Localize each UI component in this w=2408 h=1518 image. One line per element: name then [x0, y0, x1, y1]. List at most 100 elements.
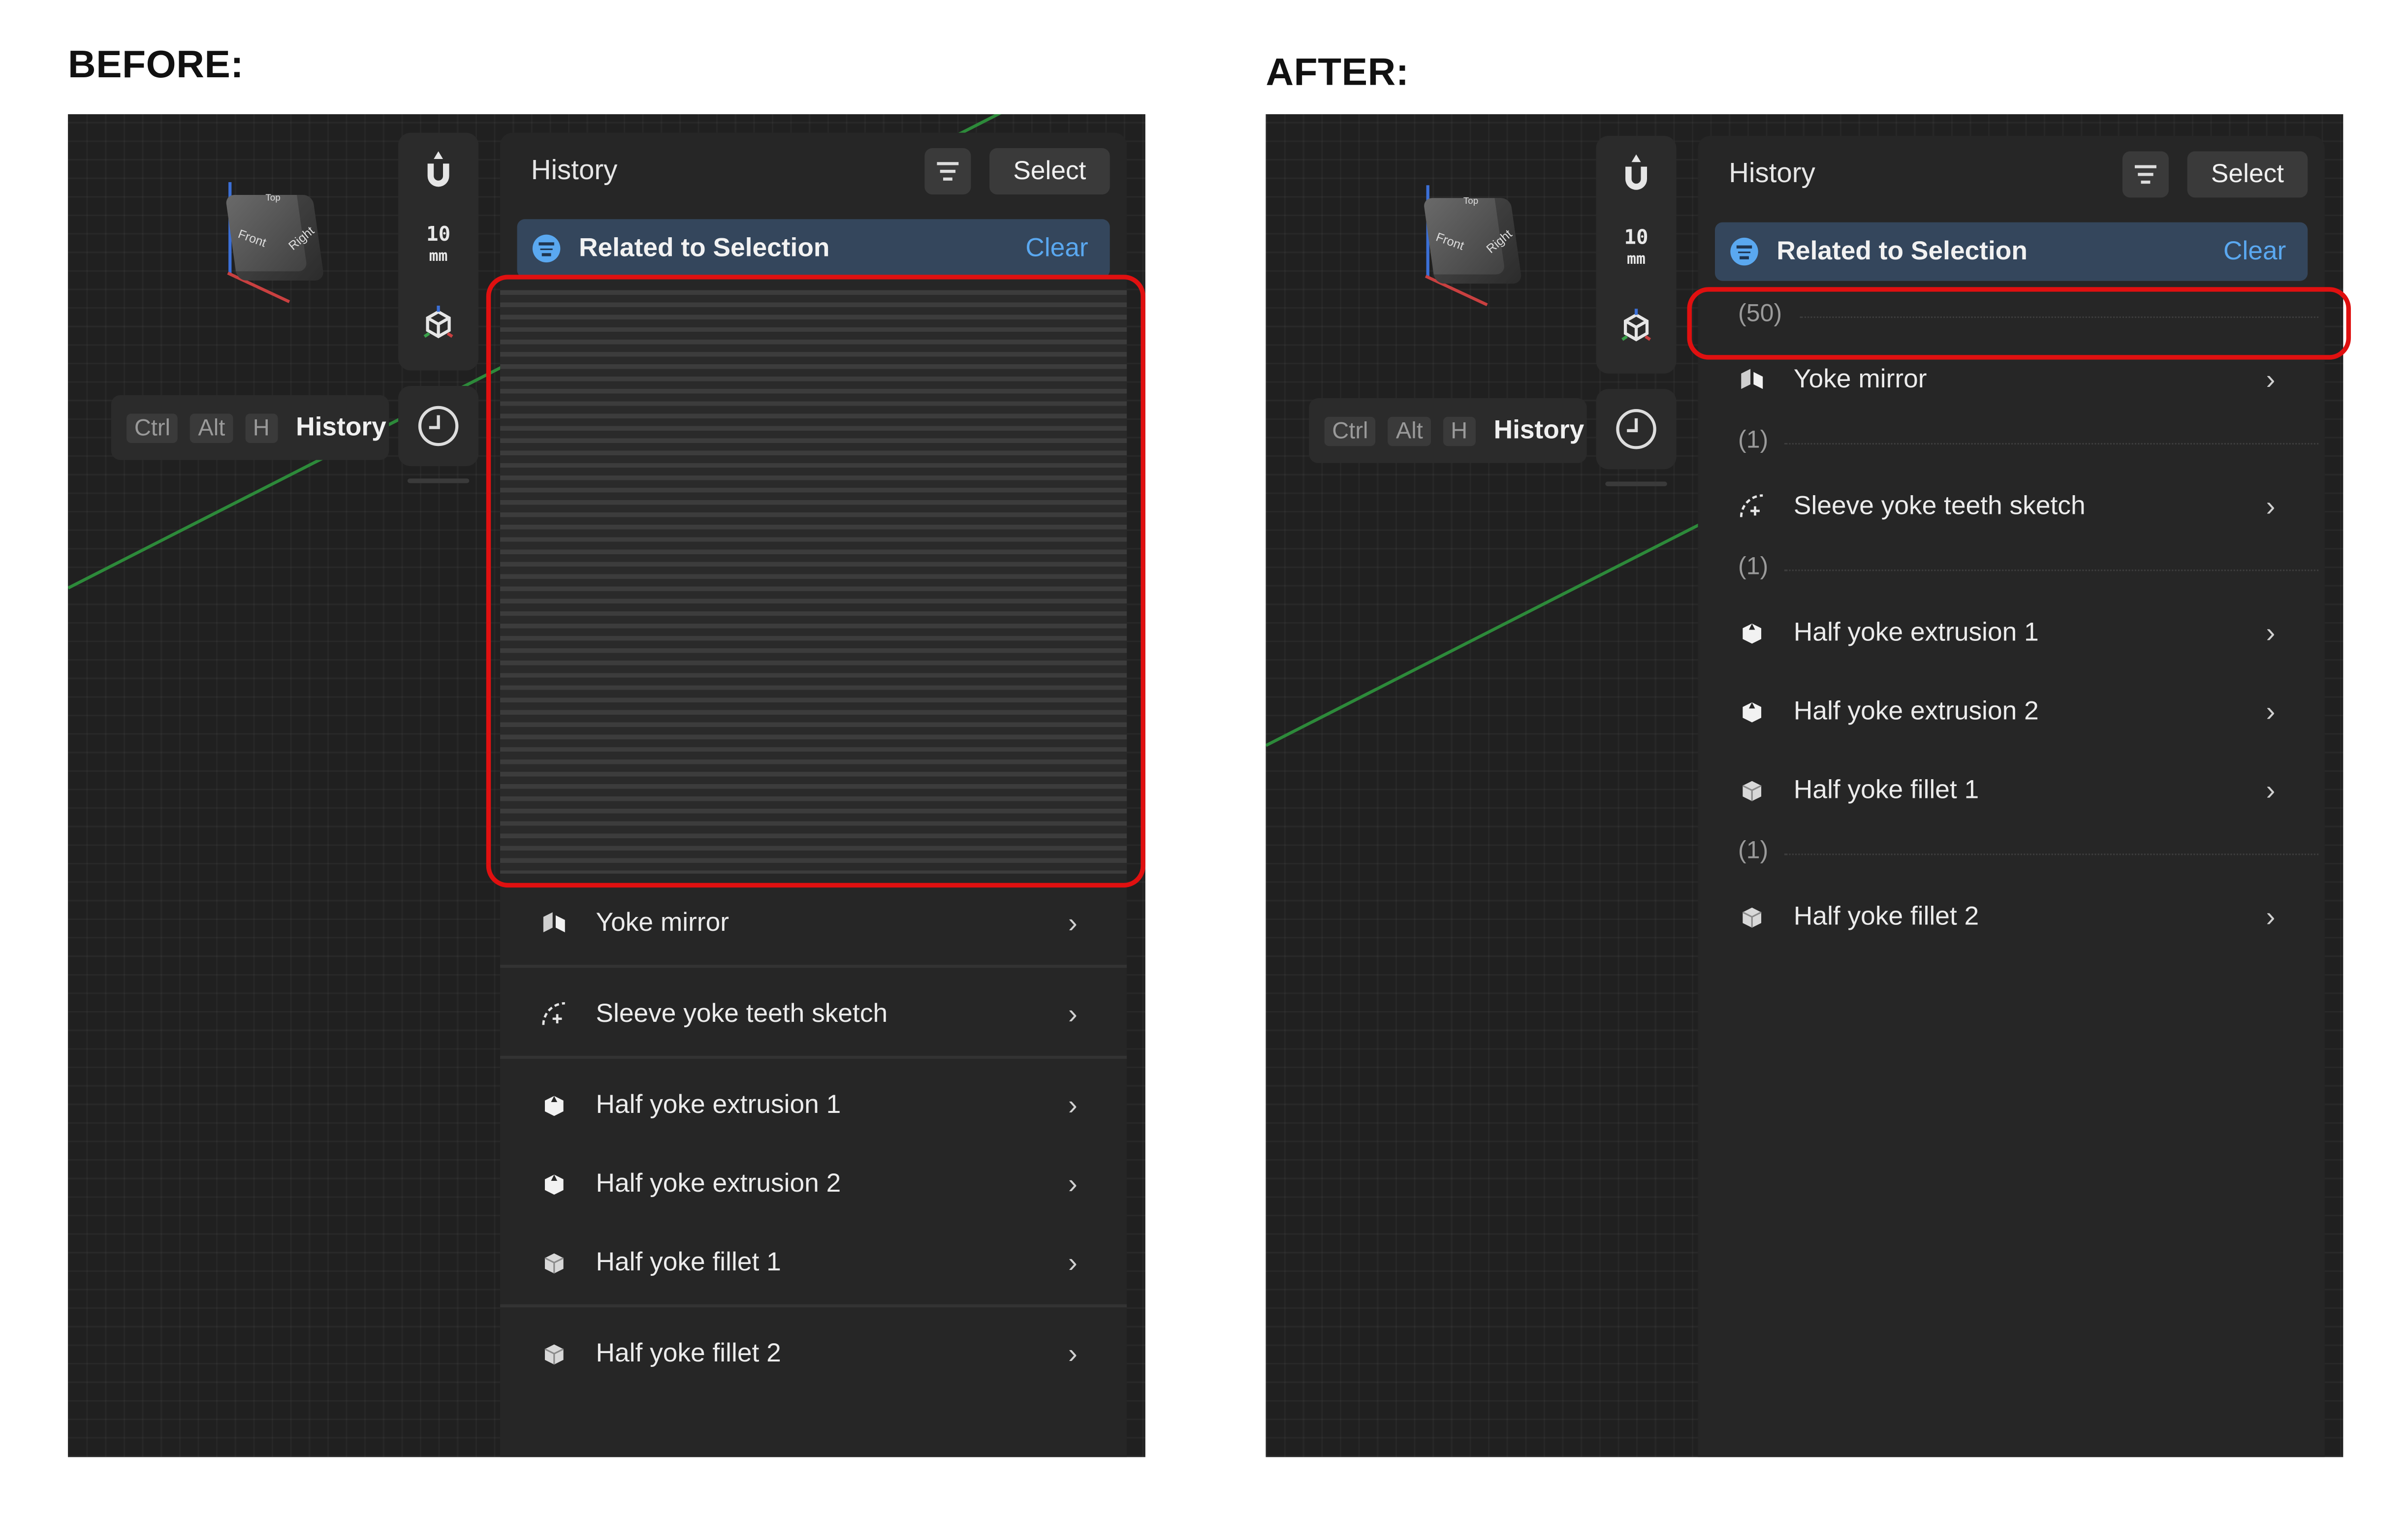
key-h: H: [1443, 416, 1475, 445]
fillet-icon: [1742, 781, 1762, 801]
related-to-selection-filter[interactable]: Related to Selection Clear: [1714, 222, 2308, 281]
key-h: H: [245, 412, 278, 443]
history-item[interactable]: Half yoke fillet 1 ›: [1698, 759, 2324, 821]
shortcut-label: History: [296, 412, 386, 442]
highlight-box: [486, 275, 1145, 888]
history-item-label: Sleeve yoke teeth sketch: [1793, 491, 2086, 520]
snap-distance[interactable]: 10 mm: [398, 223, 478, 269]
snap-magnet-icon[interactable]: [398, 148, 478, 202]
history-item[interactable]: Yoke mirror ›: [500, 892, 1127, 954]
chevron-right-icon: ›: [2266, 616, 2276, 648]
snap-value: 10: [426, 223, 451, 247]
history-item-label: Half yoke fillet 2: [596, 1338, 781, 1368]
snap-unit: mm: [429, 248, 448, 266]
clear-link[interactable]: Clear: [1025, 233, 1088, 264]
cube-face-top[interactable]: Top: [1463, 197, 1478, 207]
history-button[interactable]: [1596, 389, 1677, 470]
history-shortcut-hint: Ctrl Alt H History: [1309, 398, 1587, 463]
snap-magnet-icon[interactable]: [1596, 151, 1677, 205]
panel-title: History: [1729, 157, 1815, 189]
select-button[interactable]: Select: [2187, 151, 2308, 198]
fillet-icon: [544, 1344, 564, 1365]
highlight-box: [1687, 287, 2351, 360]
history-shortcut-hint: Ctrl Alt H History: [111, 395, 389, 460]
key-alt: Alt: [190, 412, 233, 443]
key-ctrl: Ctrl: [127, 412, 178, 443]
key-ctrl: Ctrl: [1324, 416, 1376, 445]
history-item-label: Yoke mirror: [596, 907, 729, 937]
chevron-right-icon: ›: [2266, 900, 2276, 932]
extrusion-icon: [1743, 623, 1762, 644]
chevron-right-icon: ›: [2266, 774, 2276, 805]
history-item[interactable]: Half yoke extrusion 1 ›: [1698, 602, 2324, 664]
history-item[interactable]: Sleeve yoke teeth sketch ›: [1698, 475, 2324, 537]
history-button[interactable]: [398, 385, 479, 467]
dotted-divider: [1784, 443, 2319, 445]
clock-icon: [1616, 409, 1656, 449]
chevron-right-icon: ›: [2266, 490, 2276, 521]
chevron-right-icon: ›: [1068, 998, 1077, 1029]
collapsed-count: (1): [1738, 427, 1769, 454]
related-to-selection-filter[interactable]: Related to Selection Clear: [517, 219, 1110, 278]
after-heading: AFTER:: [1266, 51, 1409, 95]
sketch-icon: [1740, 494, 1763, 517]
history-item[interactable]: Half yoke extrusion 2 ›: [1698, 681, 2324, 742]
chevron-right-icon: ›: [1068, 1337, 1077, 1368]
shortcut-label: History: [1493, 415, 1584, 445]
history-item-label: Sleeve yoke teeth sketch: [596, 998, 888, 1028]
filter-button[interactable]: [924, 148, 971, 195]
collapsed-count: (1): [1738, 554, 1769, 581]
dotted-divider: [1784, 569, 2319, 571]
divider: [500, 1304, 1127, 1308]
divider: [500, 964, 1127, 968]
filter-badge-icon: [532, 234, 561, 263]
orientation-cube-icon[interactable]: [1596, 309, 1677, 353]
mirror-icon: [1741, 369, 1763, 389]
view-cube[interactable]: Front Right Top: [210, 170, 364, 324]
extrusion-icon: [544, 1174, 564, 1195]
collapsed-count: (1): [1738, 838, 1769, 865]
filter-button[interactable]: [2122, 151, 2169, 198]
history-item[interactable]: Half yoke fillet 2 ›: [1698, 886, 2324, 948]
dotted-divider: [1784, 854, 2319, 855]
collapsed-count-row[interactable]: (1): [1698, 549, 2324, 590]
orientation-cube-icon[interactable]: [398, 305, 478, 350]
mirror-icon: [543, 912, 565, 933]
fillet-icon: [544, 1253, 564, 1274]
history-item[interactable]: Half yoke fillet 1 ›: [500, 1232, 1127, 1293]
history-item[interactable]: Half yoke extrusion 1 ›: [500, 1075, 1127, 1136]
collapsed-count-row[interactable]: (1): [1698, 833, 2324, 874]
history-item-label: Half yoke extrusion 1: [596, 1089, 841, 1119]
cube-face-top[interactable]: Top: [265, 194, 280, 204]
comparison-page: BEFORE: Front Right Top 10 mm Ctrl Alt H…: [0, 0, 2408, 1518]
filter-badge-icon: [1730, 237, 1758, 266]
chevron-right-icon: ›: [2266, 695, 2276, 727]
related-label: Related to Selection: [578, 233, 830, 263]
clear-link[interactable]: Clear: [2223, 236, 2286, 267]
history-item-label: Half yoke fillet 1: [1793, 775, 1979, 804]
snap-distance[interactable]: 10 mm: [1596, 228, 1677, 272]
clock-icon: [418, 406, 459, 446]
related-label: Related to Selection: [1776, 236, 2028, 266]
history-item[interactable]: Sleeve yoke teeth sketch ›: [500, 983, 1127, 1045]
history-item-label: Half yoke fillet 2: [1793, 901, 1979, 931]
select-button[interactable]: Select: [989, 148, 1110, 195]
divider: [500, 1055, 1127, 1059]
collapsed-count-row[interactable]: (1): [1698, 423, 2324, 463]
history-item-label: Half yoke extrusion 2: [1793, 696, 2039, 726]
extrusion-icon: [1743, 702, 1762, 723]
snap-value: 10: [1624, 226, 1648, 251]
chevron-right-icon: ›: [2266, 363, 2276, 395]
panel-title: History: [531, 154, 618, 186]
history-item-label: Half yoke extrusion 1: [1793, 617, 2039, 647]
history-item-label: Half yoke fillet 1: [596, 1247, 781, 1277]
sketch-icon: [542, 1002, 565, 1025]
chevron-right-icon: ›: [1068, 907, 1077, 938]
history-item-label: Yoke mirror: [1793, 364, 1927, 394]
snap-unit: mm: [1627, 252, 1646, 269]
history-item-label: Half yoke extrusion 2: [596, 1168, 841, 1198]
history-item[interactable]: Half yoke fillet 2 ›: [500, 1323, 1127, 1384]
history-item[interactable]: Half yoke extrusion 2 ›: [500, 1153, 1127, 1215]
viewport-toolbar: 10 mm: [1596, 135, 1677, 374]
view-cube[interactable]: Front Right Top: [1408, 173, 1562, 327]
